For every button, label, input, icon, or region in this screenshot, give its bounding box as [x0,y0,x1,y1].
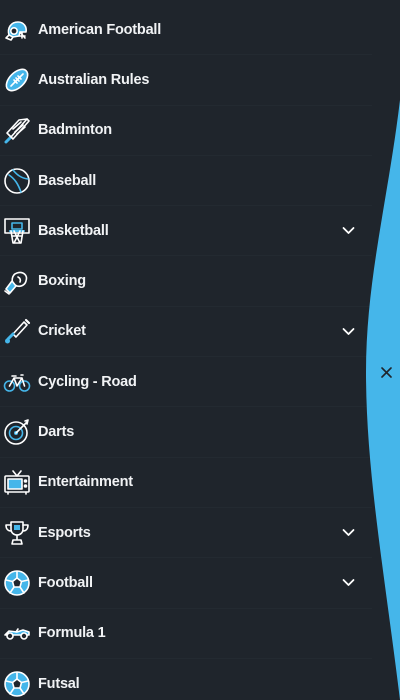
trophy-icon [2,518,32,548]
sport-label: Darts [38,424,75,441]
sport-item-football[interactable]: Football [0,558,372,609]
sport-label: Football [38,574,93,591]
sport-item-australian-rules[interactable]: Australian Rules [0,55,372,106]
sport-item-formula-1[interactable]: Formula 1 [0,609,372,659]
chevron-down-icon[interactable] [341,526,355,540]
race-car-icon [2,618,32,648]
sport-item-boxing[interactable]: Boxing [0,256,372,307]
cricket-bat-icon [2,316,32,346]
sport-label: Formula 1 [38,625,106,642]
chevron-down-icon[interactable] [341,224,355,238]
sport-label: Cricket [38,323,86,340]
sports-menu-screen: American Football Australian Rules Badmi… [0,0,400,700]
sport-label: Basketball [38,222,109,239]
sport-label: Australian Rules [38,71,150,88]
sport-label: Baseball [38,172,97,189]
sport-item-american-football[interactable]: American Football [0,5,372,56]
chevron-down-icon[interactable] [341,324,355,338]
overlay-panel[interactable] [366,0,400,700]
sport-item-badminton[interactable]: Badminton [0,106,372,156]
sport-item-darts[interactable]: Darts [0,407,372,458]
tv-icon [2,467,32,497]
sport-label: Esports [38,524,91,541]
sport-item-baseball[interactable]: Baseball [0,156,372,207]
sport-item-entertainment[interactable]: Entertainment [0,458,372,508]
sport-label: Boxing [38,273,86,290]
dartboard-icon [2,417,32,447]
futsal-ball-icon [2,669,32,699]
shuttlecock-icon [2,115,32,145]
sport-item-esports[interactable]: Esports [0,508,372,559]
close-button[interactable] [376,362,396,382]
sport-item-cricket[interactable]: Cricket [0,307,372,358]
sport-label: American Football [38,21,162,38]
sport-item-basketball[interactable]: Basketball [0,206,372,257]
american-football-helmet-icon [2,15,32,45]
boxing-gloves-icon [2,266,32,296]
sport-label: Badminton [38,122,112,139]
chevron-down-icon[interactable] [341,576,355,590]
sports-list: American Football Australian Rules Badmi… [0,5,372,700]
close-icon [380,366,392,378]
bicycle-icon [2,367,32,397]
basketball-hoop-icon [2,216,32,246]
soccer-ball-icon [2,568,32,598]
sport-label: Cycling - Road [38,373,137,390]
baseball-icon [2,166,32,196]
sport-label: Entertainment [38,474,133,491]
sport-item-cycling-road[interactable]: Cycling - Road [0,357,372,408]
australian-rules-ball-icon [2,65,32,95]
sport-item-futsal[interactable]: Futsal [0,659,372,700]
sport-label: Futsal [38,675,80,692]
